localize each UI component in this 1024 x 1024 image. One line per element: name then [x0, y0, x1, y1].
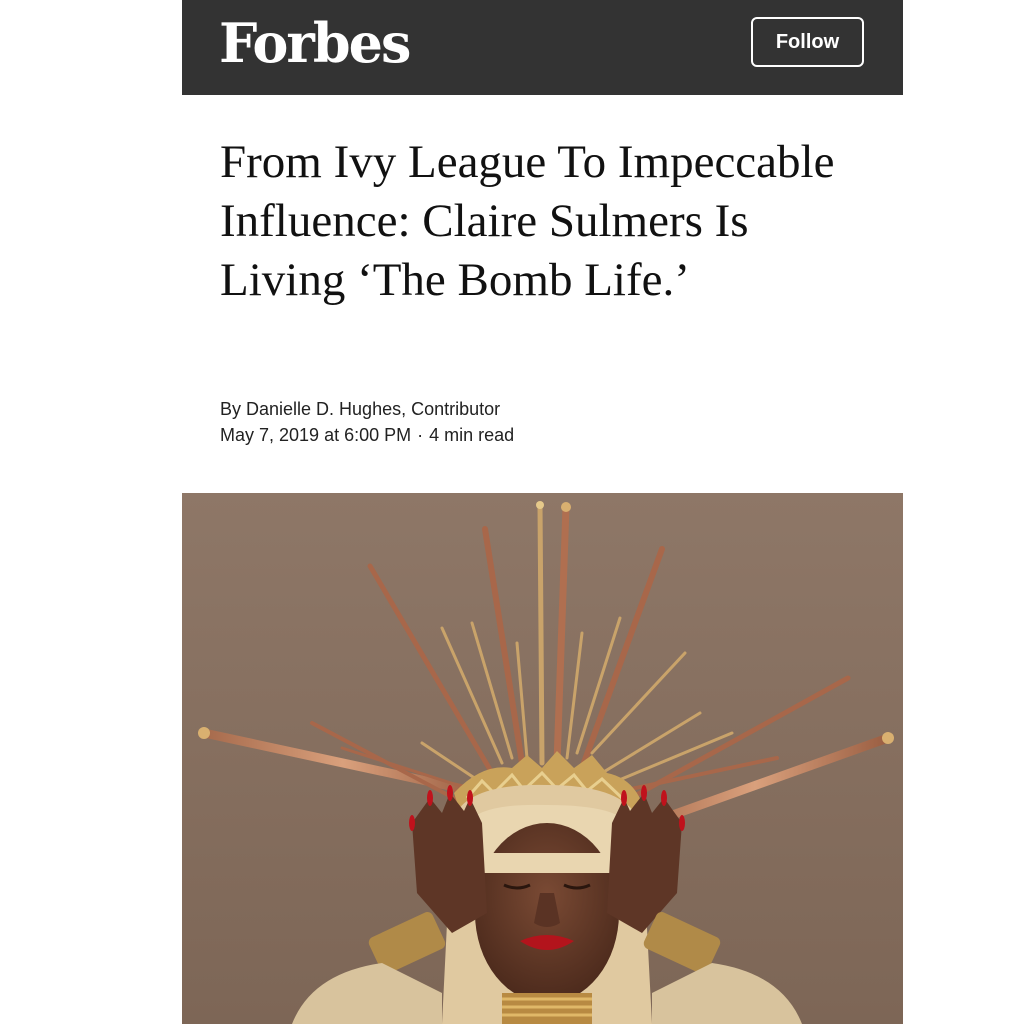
article-headline: From Ivy League To Impeccable Influence:… — [220, 136, 835, 306]
meta-separator: · — [417, 425, 424, 445]
meta-line: May 7, 2019 at 6:00 PM · 4 min read — [220, 422, 514, 448]
article-column: Forbes Follow From Ivy League To Impecca… — [182, 0, 903, 1024]
hero-photo — [182, 493, 903, 1024]
page: Forbes Follow From Ivy League To Impecca… — [0, 0, 1024, 1024]
follow-button[interactable]: Follow — [751, 17, 864, 67]
publish-date: May 7, 2019 at 6:00 PM — [220, 425, 412, 445]
top-bar: Forbes Follow — [182, 0, 903, 95]
forbes-logo[interactable]: Forbes — [219, 8, 411, 78]
byline: By Danielle D. Hughes, Contributor May 7… — [220, 396, 514, 448]
hero-image — [182, 493, 903, 1024]
read-time: 4 min read — [429, 425, 515, 445]
author-line[interactable]: By Danielle D. Hughes, Contributor — [220, 396, 514, 422]
